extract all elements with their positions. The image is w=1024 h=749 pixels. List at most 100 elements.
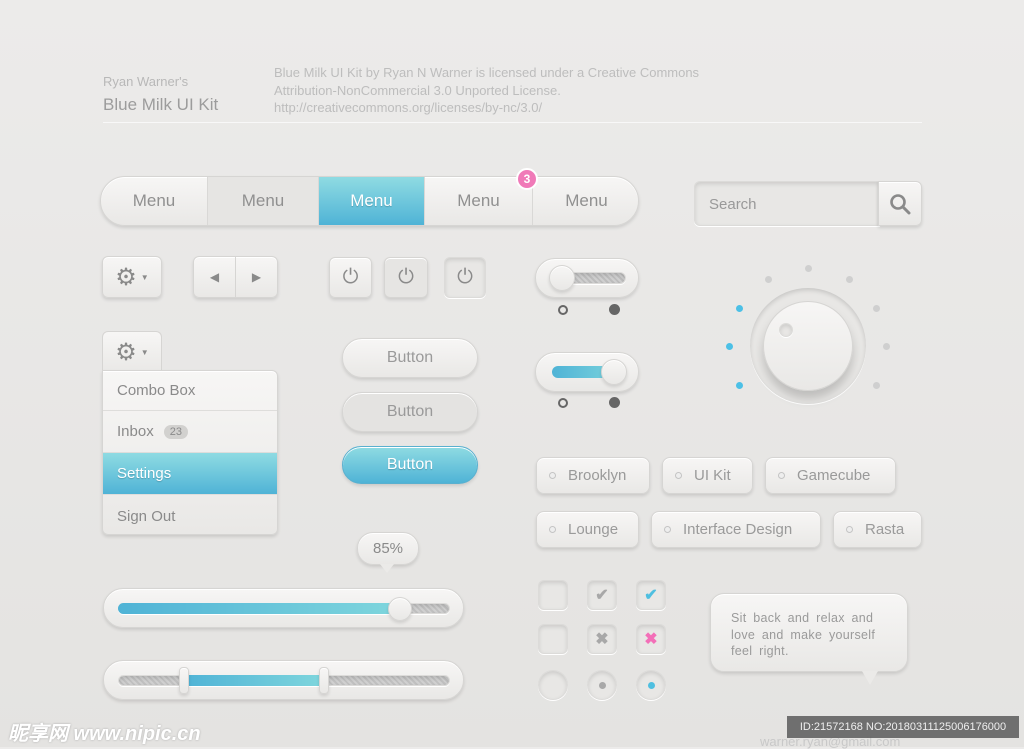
speech-bubble: Sit back and relax and love and make you…: [710, 593, 908, 672]
check-icon: ✔: [595, 587, 609, 604]
check-icon: ✔: [644, 587, 658, 604]
power-button[interactable]: ⏻: [329, 257, 372, 298]
license-line: Attribution-NonCommercial 3.0 Unported L…: [274, 82, 561, 98]
tag-dot-icon: [549, 472, 556, 479]
level-dot-active: [726, 343, 733, 350]
dropdown-toggle[interactable]: ⚙ ▼: [102, 331, 162, 373]
search-input[interactable]: Search: [694, 181, 880, 226]
toggle-off[interactable]: [535, 258, 639, 298]
dropdown-menu: Combo Box Inbox 23 Settings Sign Out: [102, 370, 278, 535]
power-icon: ⏻: [457, 266, 473, 288]
xbox-empty[interactable]: [538, 624, 568, 654]
caret-down-icon: ▼: [140, 272, 149, 282]
power-button[interactable]: ⏻: [384, 257, 428, 298]
radio-empty[interactable]: [538, 670, 568, 700]
button-hover[interactable]: Button: [342, 392, 478, 432]
off-indicator: [558, 398, 568, 408]
item-label: Combo Box: [117, 382, 196, 399]
radio-selected-active[interactable]: [636, 670, 666, 700]
toggle-thumb[interactable]: [549, 265, 575, 291]
range-handle-high[interactable]: [318, 667, 329, 694]
item-label: Inbox: [117, 423, 154, 440]
power-button-pressed[interactable]: ⏻: [444, 257, 486, 298]
menu-bar: Menu Menu Menu Menu Menu: [100, 176, 639, 226]
slider[interactable]: [103, 588, 464, 628]
watermark-logo: 昵享网 www.nipic.cn: [8, 723, 201, 745]
tag-label: Interface Design: [683, 521, 793, 538]
menu-item[interactable]: Menu: [101, 177, 208, 225]
tag-label: Brooklyn: [568, 467, 627, 484]
checkbox-empty[interactable]: [538, 580, 568, 610]
range-handle-low[interactable]: [179, 667, 190, 694]
off-indicator: [558, 305, 568, 315]
caret-down-icon: ▼: [140, 348, 149, 357]
slider-fill: [118, 603, 401, 614]
tag[interactable]: Rasta: [833, 511, 922, 548]
gear-icon: ⚙: [115, 339, 137, 366]
toggle-on[interactable]: [535, 352, 639, 392]
x-icon: ✖: [644, 631, 658, 648]
level-dot: [883, 343, 890, 350]
toggle-thumb[interactable]: [601, 359, 627, 385]
tag-label: Lounge: [568, 521, 619, 538]
license-link[interactable]: http://creativecommons.org/licenses/by-n…: [274, 99, 699, 117]
knob-dial[interactable]: [750, 288, 866, 404]
tag-dot-icon: [846, 526, 853, 533]
image-id-label: ID:21572168 NO:20180311125006176000: [787, 716, 1019, 738]
tag-dot-icon: [675, 472, 682, 479]
tag[interactable]: Gamecube: [765, 457, 896, 494]
search-icon: [890, 193, 911, 214]
checkbox-checked[interactable]: ✔: [587, 580, 617, 610]
notification-badge: 3: [516, 168, 538, 190]
item-label: Sign Out: [117, 507, 176, 525]
level-dot-active: [736, 305, 743, 312]
count-badge: 23: [163, 424, 188, 439]
button-default[interactable]: Button: [342, 338, 478, 378]
license-text: Blue Milk UI Kit by Ryan N Warner is lic…: [274, 64, 699, 117]
tag[interactable]: UI Kit: [662, 457, 753, 494]
x-icon: ✖: [595, 631, 609, 648]
radio-selected[interactable]: [587, 670, 617, 700]
tag-dot-icon: [778, 472, 785, 479]
xbox-checked-active[interactable]: ✖: [636, 624, 666, 654]
slider-value-tooltip: 85%: [357, 532, 419, 565]
dropdown-item[interactable]: Inbox 23: [103, 411, 277, 453]
checkbox-checked-active[interactable]: ✔: [636, 580, 666, 610]
prev-button[interactable]: ◀: [194, 257, 236, 297]
dropdown-item-active[interactable]: Settings: [103, 453, 277, 495]
knob-cap[interactable]: [763, 301, 853, 391]
menu-item[interactable]: Menu: [208, 177, 319, 225]
dropdown-item[interactable]: Combo Box: [103, 371, 277, 411]
level-dot: [805, 265, 812, 272]
level-dot-active: [736, 382, 743, 389]
tag[interactable]: Brooklyn: [536, 457, 650, 494]
level-dot: [873, 382, 880, 389]
on-indicator: [609, 397, 620, 408]
level-dot: [873, 305, 880, 312]
button-primary[interactable]: Button: [342, 446, 478, 484]
search-button[interactable]: [878, 181, 922, 226]
level-dot: [765, 276, 772, 283]
pager: ◀ ▶: [193, 256, 278, 298]
xbox-checked[interactable]: ✖: [587, 624, 617, 654]
next-button[interactable]: ▶: [236, 257, 277, 297]
tag[interactable]: Interface Design: [651, 511, 821, 548]
tag[interactable]: Lounge: [536, 511, 639, 548]
gear-icon: ⚙: [115, 263, 137, 291]
slider-thumb[interactable]: [388, 597, 413, 621]
radio-dot: [598, 681, 606, 689]
license-line: Blue Milk UI Kit by Ryan N Warner is lic…: [274, 65, 700, 80]
on-indicator: [609, 304, 620, 315]
settings-button[interactable]: ⚙ ▼: [102, 256, 162, 298]
tag-label: UI Kit: [694, 467, 731, 484]
arrow-left-icon: ◀: [209, 270, 220, 284]
divider: [103, 122, 922, 123]
item-label: Settings: [117, 465, 172, 482]
knob-indicator: [779, 323, 793, 337]
menu-item[interactable]: Menu: [533, 177, 638, 225]
range-slider[interactable]: [103, 660, 464, 700]
menu-item-active[interactable]: Menu: [319, 177, 425, 225]
tag-dot-icon: [549, 526, 556, 533]
dropdown-item[interactable]: Sign Out: [103, 495, 277, 534]
radio-dot: [647, 681, 655, 689]
